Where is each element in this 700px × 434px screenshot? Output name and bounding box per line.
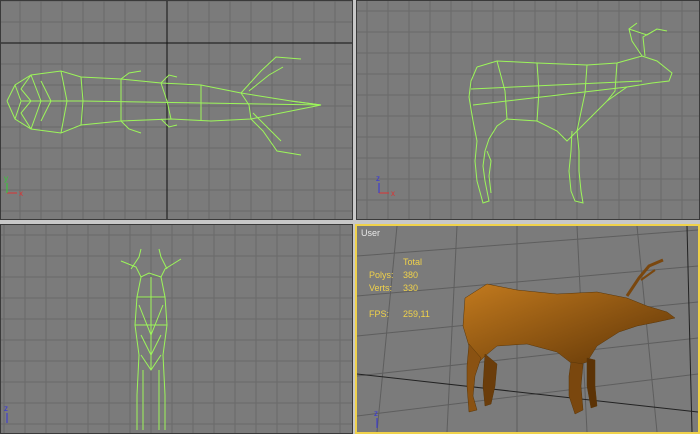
axis-x-label: x	[19, 189, 23, 198]
stats-verts-label: Verts:	[369, 283, 393, 293]
viewport-left[interactable]: z	[0, 224, 353, 434]
wireframe-model-front	[468, 22, 673, 204]
viewport-front-canvas: x z	[357, 1, 699, 219]
viewport-top-canvas: x y	[1, 1, 352, 219]
viewport-left-canvas: z	[1, 225, 352, 433]
viewport-label[interactable]: User	[361, 228, 380, 238]
axis-x-label: x	[391, 189, 395, 198]
viewport-user[interactable]: z User Total Polys: 380 Verts: 330 FPS: 259…	[355, 224, 700, 434]
stats-polys-label: Polys:	[369, 270, 394, 280]
grid-lines	[1, 1, 352, 219]
stats-fps-value: 259,11	[403, 309, 430, 319]
statistics-overlay: Total Polys: 380 Verts: 330 FPS: 259,11	[369, 256, 430, 321]
stats-polys-value: 380	[403, 270, 419, 280]
axis-gizmo: x z	[376, 174, 395, 198]
axis-z-label: z	[374, 409, 378, 418]
axis-gizmo: z	[4, 404, 8, 423]
viewport-top[interactable]: x y	[0, 0, 353, 220]
grid-lines	[1, 225, 352, 433]
stats-verts-value: 330	[403, 283, 419, 293]
shaded-model	[462, 258, 676, 415]
axis-z-label: z	[4, 404, 8, 413]
stats-fps-label: FPS:	[369, 309, 390, 319]
axis-gizmo: z	[374, 409, 378, 428]
stats-total-header: Total	[403, 257, 423, 267]
axis-y-label: y	[4, 174, 8, 183]
axis-z-label: z	[376, 174, 380, 183]
viewport-front[interactable]: x z	[356, 0, 700, 220]
